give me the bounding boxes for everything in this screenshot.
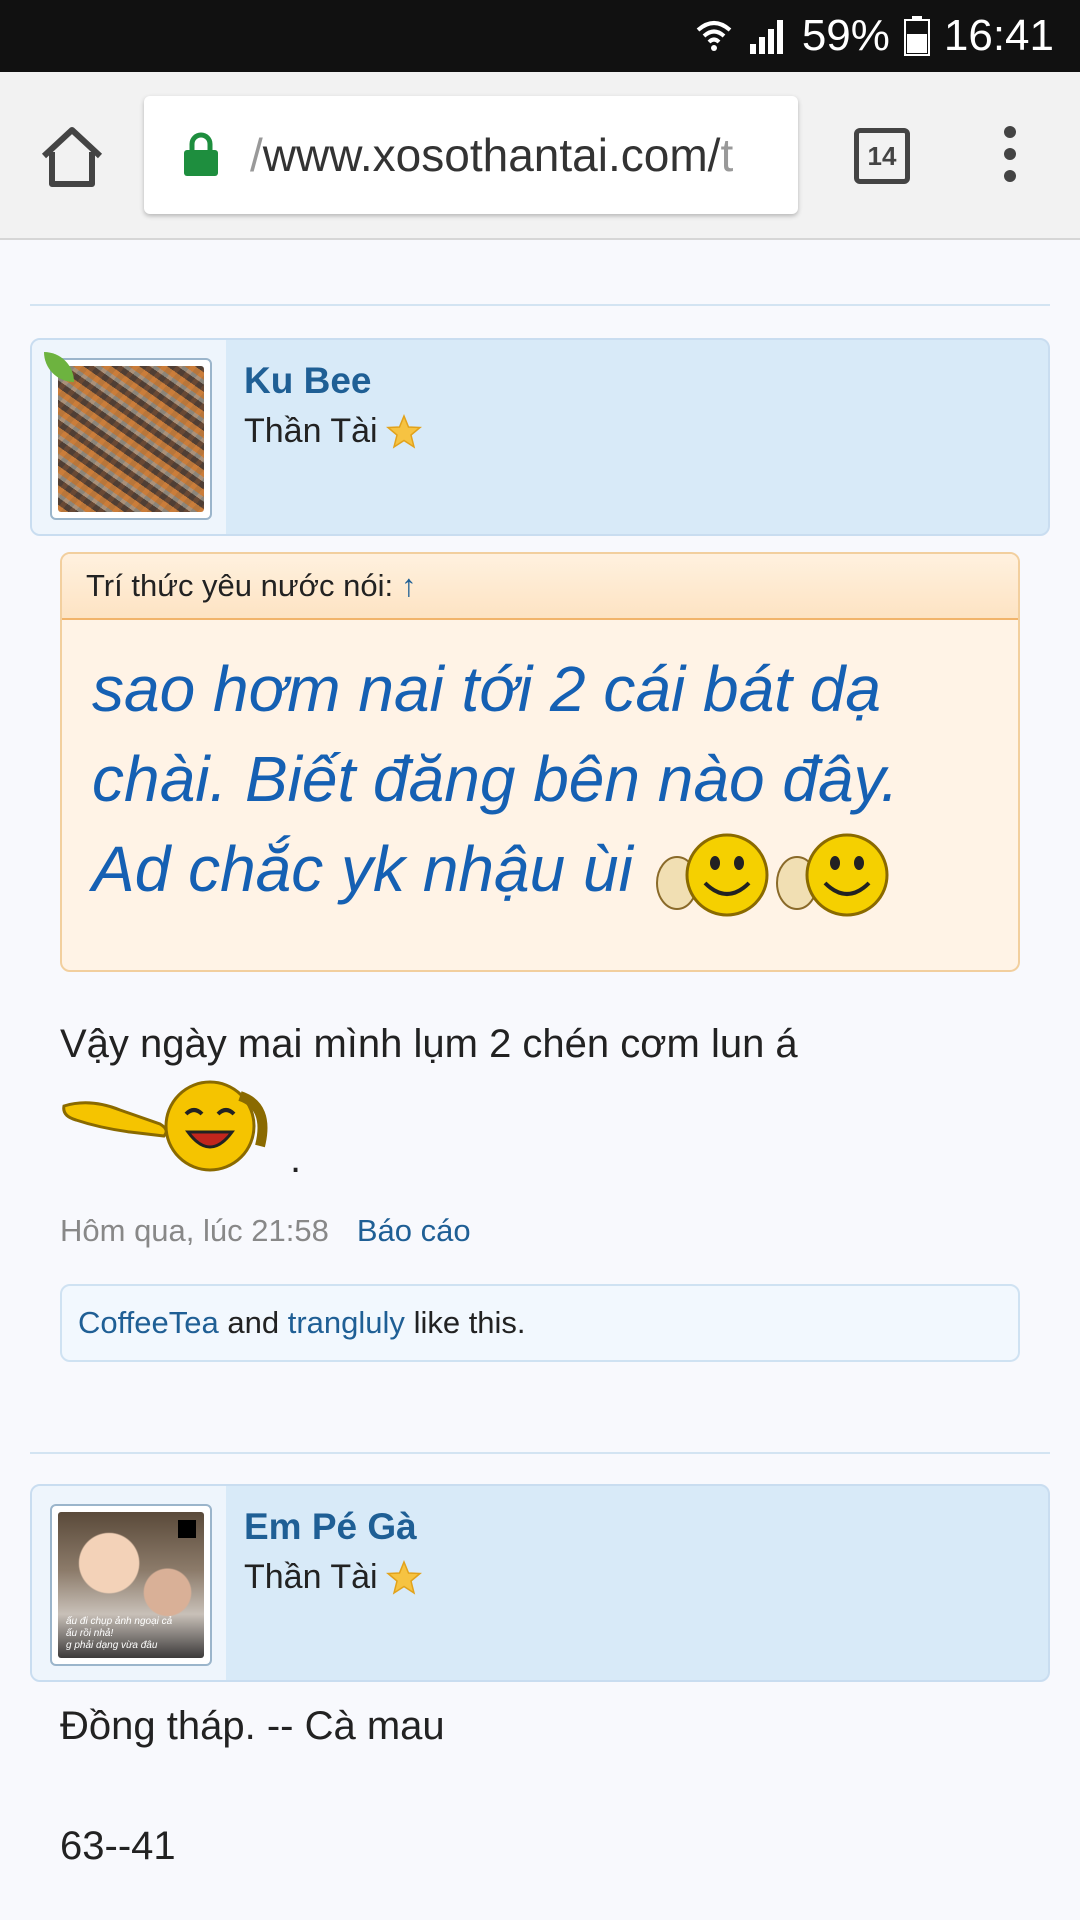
thumbs-smiley-icon [651,829,771,919]
battery-percent: 59% [801,11,890,60]
user-info-card: Ku Bee Thần Tài [30,338,1050,536]
status-bar: 59% 16:41 [0,0,1080,72]
user-rank: Thần Tài [244,412,422,451]
user-rank: Thần Tài [244,1558,422,1597]
post-message: Đồng tháp. -- Cà mau [60,1704,445,1748]
report-link[interactable]: Báo cáo [357,1213,471,1248]
address-bar[interactable]: /www.xosothantai.com/t [144,96,798,214]
post-message: Vậy ngày mai mình lụm 2 chén cơm lun á [60,1022,798,1066]
username-link[interactable]: Ku Bee [244,360,371,402]
star-icon [385,413,422,449]
avatar[interactable]: ấu đi chụp ảnh ngoại cả ấu rồi nhả! g ph… [50,1504,212,1666]
liker-link[interactable]: CoffeeTea [78,1305,219,1340]
avatar[interactable] [50,358,212,520]
quote-text: sao hơm nai tới 2 cái bát dạ chài. Biết … [62,620,1018,919]
lock-icon [184,132,218,176]
username-link[interactable]: Em Pé Gà [244,1506,417,1548]
tab-switcher-button[interactable]: 14 [854,128,910,184]
thumbs-smiley-icon [771,829,891,919]
post-divider [30,304,1050,306]
laughing-pointing-icon [60,1076,280,1182]
url-text: /www.xosothantai.com/t [250,129,734,181]
more-menu-icon[interactable] [998,126,1022,186]
home-icon[interactable] [38,124,106,192]
quote-header: Trí thức yêu nước nói: ↑ [62,554,1018,620]
clock: 16:41 [943,11,1054,60]
post-message-emoji-line: . [60,1076,301,1182]
user-info-card: ấu đi chụp ảnh ngoại cả ấu rồi nhả! g ph… [30,1484,1050,1682]
quote-block: Trí thức yêu nước nói: ↑ sao hơm nai tới … [60,552,1020,972]
leaf-icon [44,352,74,382]
signal-icon [748,16,788,56]
avatar-image: ấu đi chụp ảnh ngoại cả ấu rồi nhả! g ph… [58,1512,204,1658]
browser-toolbar: /www.xosothantai.com/t 14 [0,72,1080,240]
quote-author: Trí thức yêu nước nói: [86,568,394,603]
avatar-caption: ấu đi chụp ảnh ngoại cả ấu rồi nhả! g ph… [66,1616,173,1651]
liker-link[interactable]: trangluly [288,1305,405,1340]
likes-summary: CoffeeTea and trangluly like this. [60,1284,1020,1362]
wifi-icon [694,16,734,56]
post-meta: Hôm qua, lúc 21:58 Báo cáo [60,1213,471,1249]
quote-jump-link[interactable]: ↑ [401,568,417,603]
post-divider [30,1452,1050,1454]
battery-icon [903,16,930,56]
avatar-image [58,366,204,512]
post-message: 63--41 [60,1824,176,1868]
post-timestamp[interactable]: Hôm qua, lúc 21:58 [60,1213,329,1248]
star-icon [385,1559,422,1595]
